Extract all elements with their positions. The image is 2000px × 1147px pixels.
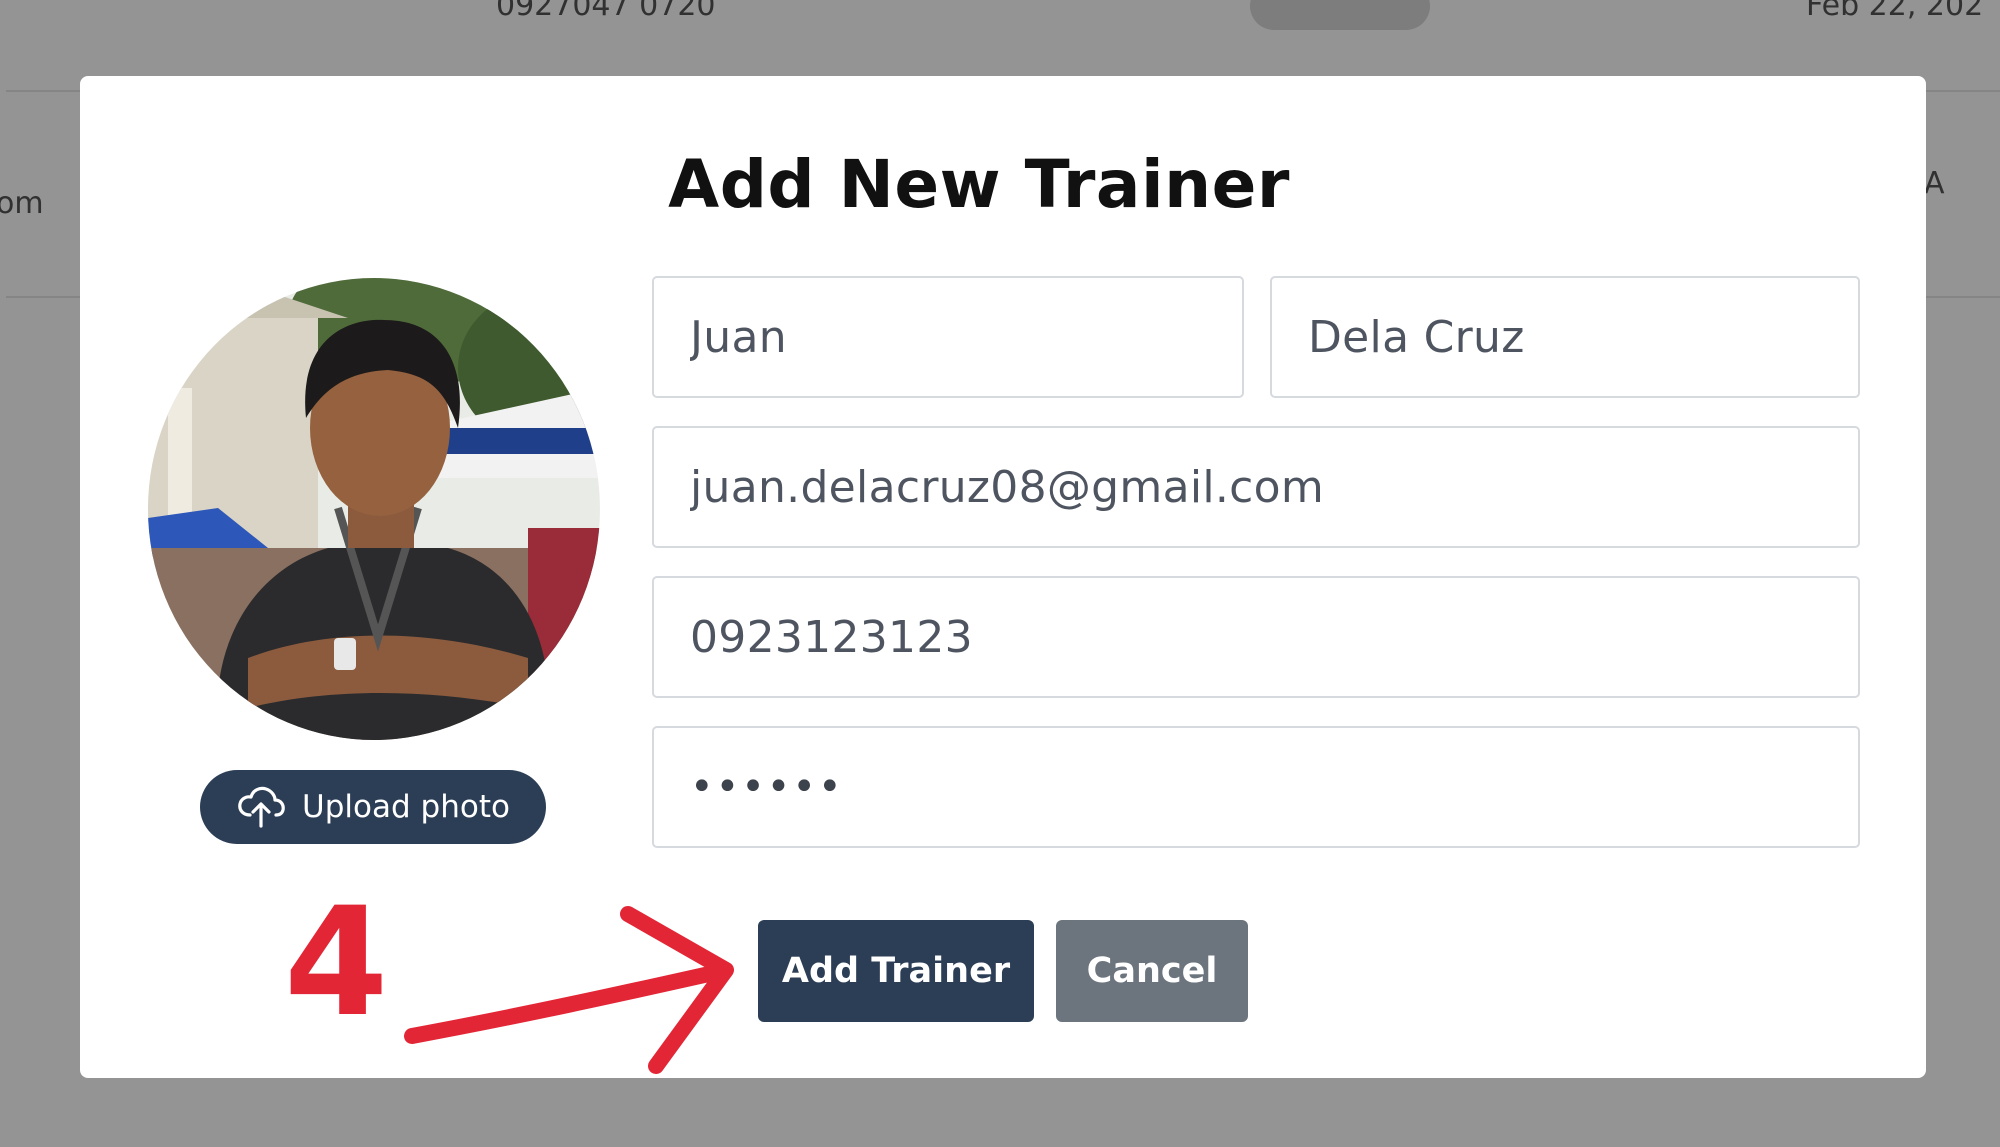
first-name-input[interactable] bbox=[690, 311, 1206, 363]
step-number-annotation: 4 bbox=[284, 876, 389, 1050]
add-trainer-button[interactable]: Add Trainer bbox=[758, 920, 1034, 1022]
cloud-upload-icon bbox=[236, 785, 286, 829]
password-field[interactable] bbox=[652, 726, 1860, 848]
last-name-field[interactable] bbox=[1270, 276, 1860, 398]
upload-photo-button[interactable]: Upload photo bbox=[200, 770, 546, 844]
email-field[interactable] bbox=[652, 426, 1860, 548]
last-name-input[interactable] bbox=[1308, 311, 1822, 363]
first-name-field[interactable] bbox=[652, 276, 1244, 398]
avatar bbox=[148, 278, 600, 740]
phone-input[interactable] bbox=[690, 611, 1822, 663]
cancel-button[interactable]: Cancel bbox=[1056, 920, 1248, 1022]
email-input[interactable] bbox=[690, 461, 1822, 513]
phone-field[interactable] bbox=[652, 576, 1860, 698]
upload-photo-label: Upload photo bbox=[302, 789, 510, 825]
password-input[interactable] bbox=[690, 764, 1822, 810]
trainer-photo bbox=[148, 278, 600, 740]
modal-title: Add New Trainer bbox=[668, 146, 1290, 223]
